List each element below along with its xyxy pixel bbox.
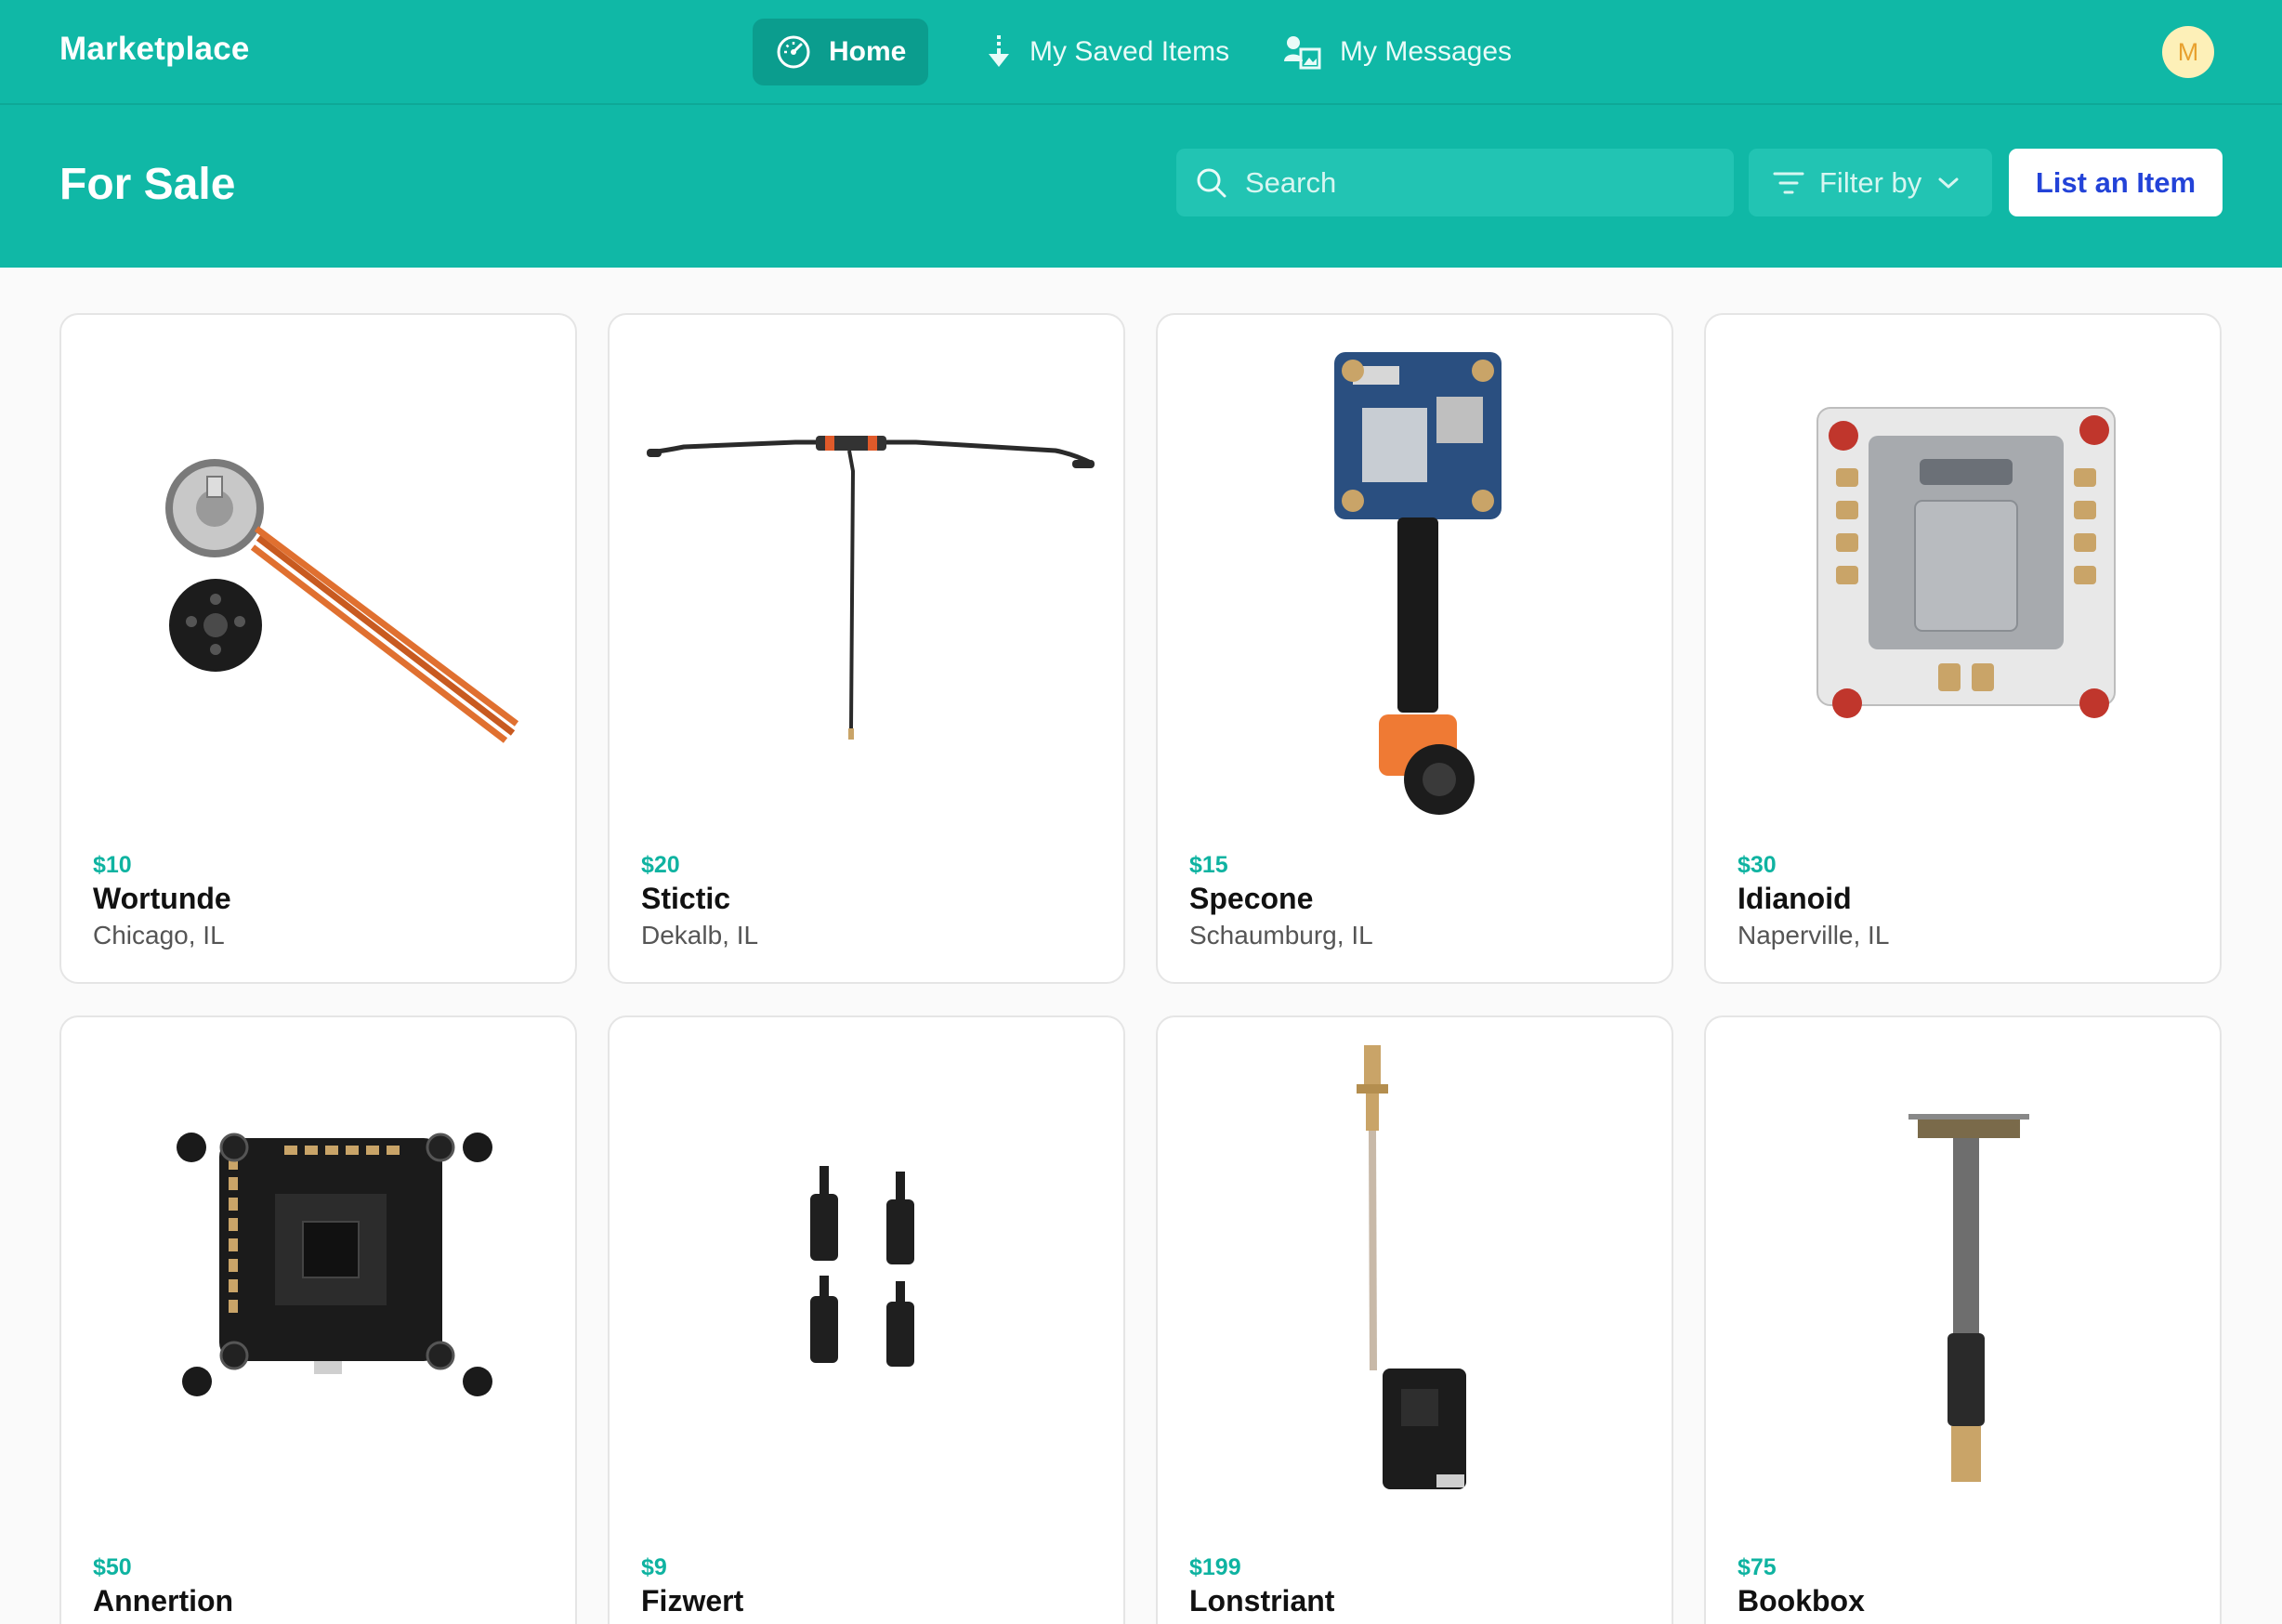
listing-price: $15 <box>1189 852 1228 878</box>
contact-image-icon <box>1284 36 1321 70</box>
video-transmitter-image <box>1357 1045 1466 1489</box>
listing-location: Dekalb, IL <box>641 921 759 950</box>
listing-image <box>1706 1017 2220 1538</box>
listing-card[interactable]: $50 Annertion <box>59 1015 577 1624</box>
brushless-motor-image <box>165 459 519 743</box>
listing-image <box>1706 315 2220 835</box>
flight-controller-image <box>177 1133 492 1396</box>
listing-card[interactable]: $199 Lonstriant <box>1156 1015 1673 1624</box>
nav-saved-label: My Saved Items <box>1030 36 1230 67</box>
nav-saved-items[interactable]: My Saved Items <box>963 19 1252 85</box>
search-icon <box>1197 168 1226 197</box>
top-nav-bar: Marketplace Home My Saved Items My Messa… <box>0 0 2282 105</box>
standoffs-image <box>810 1166 914 1367</box>
listing-card[interactable]: $10 Wortunde Chicago, IL <box>59 313 577 984</box>
listing-image <box>61 315 575 835</box>
search-box[interactable] <box>1176 149 1734 216</box>
sma-antenna-image <box>1908 1114 2029 1482</box>
listing-price: $75 <box>1738 1554 1777 1580</box>
listing-name: Wortunde <box>93 882 231 915</box>
filter-dropdown[interactable]: Filter by <box>1749 149 1992 216</box>
listing-price: $9 <box>641 1554 667 1580</box>
listing-card[interactable]: $9 Fizwert <box>608 1015 1125 1624</box>
esc-board-image <box>1816 407 2116 718</box>
t-antenna-image <box>647 436 1095 740</box>
listing-name: Specone <box>1189 882 1314 915</box>
listing-image <box>61 1017 575 1538</box>
listing-card[interactable]: $20 Stictic Dekalb, IL <box>608 313 1125 984</box>
nav-messages-label: My Messages <box>1340 36 1513 67</box>
listing-card[interactable]: $15 Specone Schaumburg, IL <box>1156 313 1673 984</box>
listing-image <box>610 315 1123 835</box>
listing-price: $50 <box>93 1554 132 1580</box>
filter-lines-icon <box>1773 172 1804 193</box>
page-title: For Sale <box>59 160 236 209</box>
brand-logo[interactable]: Marketplace <box>59 31 250 68</box>
download-arrow-icon <box>989 35 1009 67</box>
listing-price: $199 <box>1189 1554 1241 1580</box>
listing-name: Idianoid <box>1738 882 1852 915</box>
nav-home[interactable]: Home <box>753 19 929 85</box>
listing-name: Lonstriant <box>1189 1584 1335 1617</box>
chevron-down-icon <box>1938 177 1959 188</box>
listing-location: Chicago, IL <box>93 921 225 950</box>
listing-location: Schaumburg, IL <box>1189 921 1373 950</box>
nav-home-label: Home <box>829 36 907 67</box>
listing-card[interactable]: $75 Bookbox <box>1704 1015 2222 1624</box>
listing-image <box>1158 1017 1672 1538</box>
listing-price: $10 <box>93 852 132 878</box>
listing-card[interactable]: $30 Idianoid Naperville, IL <box>1704 313 2222 984</box>
listing-price: $30 <box>1738 852 1777 878</box>
listing-name: Stictic <box>641 882 731 915</box>
page-header: For Sale Filter by List an Item <box>0 105 2282 268</box>
search-input[interactable] <box>1245 165 1710 200</box>
listing-image <box>610 1017 1123 1538</box>
listing-name: Fizwert <box>641 1584 744 1617</box>
listing-name: Bookbox <box>1738 1584 1865 1617</box>
listing-location: Naperville, IL <box>1738 921 1890 950</box>
nav-messages[interactable]: My Messages <box>1260 19 1534 85</box>
user-avatar[interactable]: M <box>2162 26 2214 78</box>
listing-name: Annertion <box>93 1584 234 1617</box>
dashboard-icon <box>777 35 810 69</box>
list-item-button[interactable]: List an Item <box>2009 149 2223 216</box>
listing-image <box>1158 315 1672 835</box>
listing-price: $20 <box>641 852 680 878</box>
fpv-camera-image <box>1334 352 1502 815</box>
filter-label: Filter by <box>1819 165 1922 199</box>
